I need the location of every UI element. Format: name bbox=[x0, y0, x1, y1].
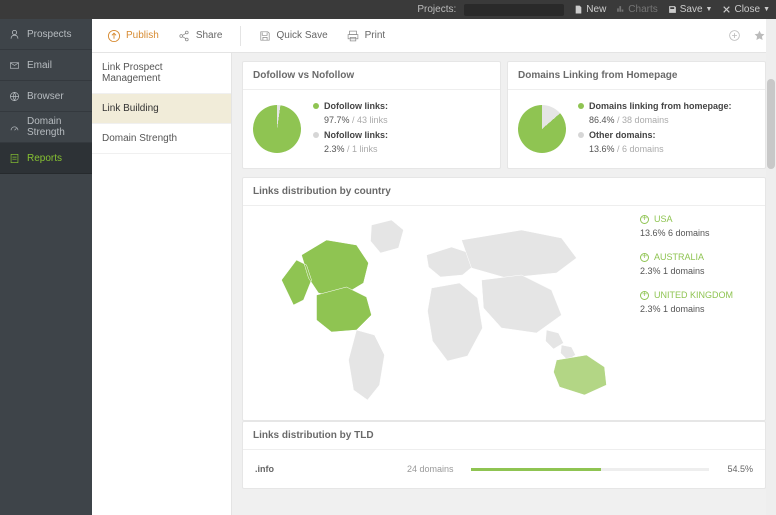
project-select[interactable] bbox=[464, 4, 564, 16]
star-icon[interactable] bbox=[753, 29, 766, 42]
main-sidebar: Prospects Email Browser Domain Strength … bbox=[0, 19, 92, 515]
publish-button[interactable]: Publish bbox=[102, 26, 164, 46]
plus-icon[interactable] bbox=[640, 215, 649, 224]
scrollbar-thumb[interactable] bbox=[767, 79, 775, 169]
legend-dot-icon bbox=[313, 103, 319, 109]
scrollbar[interactable] bbox=[766, 19, 776, 515]
file-plus-icon bbox=[574, 5, 583, 14]
mail-icon bbox=[9, 60, 20, 71]
content-area: Publish Share Quick Save Print Link Pros… bbox=[92, 19, 776, 515]
card-title: Links distribution by country bbox=[243, 178, 765, 206]
close-button[interactable]: Close ▼ bbox=[722, 4, 770, 15]
print-button[interactable]: Print bbox=[341, 26, 391, 46]
report-body: Link Prospect Management Link Building D… bbox=[92, 53, 776, 515]
legend-dot-icon bbox=[578, 103, 584, 109]
quicksave-label: Quick Save bbox=[277, 30, 328, 41]
card-title: Dofollow vs Nofollow bbox=[243, 62, 500, 90]
plus-icon[interactable] bbox=[640, 253, 649, 262]
save-icon bbox=[668, 5, 677, 14]
legend-dot-icon bbox=[313, 132, 319, 138]
sidebar-item-domain-strength[interactable]: Domain Strength bbox=[0, 112, 92, 143]
map-legend-item: USA 13.6% 6 domains bbox=[640, 214, 755, 238]
share-icon bbox=[177, 29, 191, 43]
card-title: Links distribution by TLD bbox=[243, 422, 765, 450]
topbar-left: Projects: bbox=[0, 4, 564, 16]
add-widget-icon[interactable] bbox=[728, 29, 741, 42]
sidebar-label: Domain Strength bbox=[27, 116, 83, 138]
report-toolbar: Publish Share Quick Save Print bbox=[92, 19, 776, 53]
chevron-down-icon: ▼ bbox=[706, 6, 713, 13]
chevron-down-icon: ▼ bbox=[763, 6, 770, 13]
card-title: Domains Linking from Homepage bbox=[508, 62, 765, 90]
share-button[interactable]: Share bbox=[172, 26, 228, 46]
subnav-item-domain-strength[interactable]: Domain Strength bbox=[92, 124, 231, 154]
upload-icon bbox=[107, 29, 121, 43]
subnav-item-prospect-mgmt[interactable]: Link Prospect Management bbox=[92, 53, 231, 94]
new-button[interactable]: New bbox=[574, 4, 606, 15]
map-legend-item: UNITED KINGDOM 2.3% 1 domains bbox=[640, 290, 755, 314]
quicksave-button[interactable]: Quick Save bbox=[253, 26, 333, 46]
card-dofollow: Dofollow vs Nofollow Dofollow links:97.7… bbox=[242, 61, 501, 169]
pie-chart-homepage bbox=[518, 105, 566, 153]
tld-count: 24 domains bbox=[407, 464, 463, 474]
charts-label: Charts bbox=[628, 4, 657, 15]
report-subnav: Link Prospect Management Link Building D… bbox=[92, 53, 232, 515]
main-panel: Dofollow vs Nofollow Dofollow links:97.7… bbox=[232, 53, 776, 515]
gauge-icon bbox=[9, 122, 20, 133]
pie-legend: Domains linking from homepage:86.4% / 38… bbox=[578, 100, 732, 158]
sidebar-label: Browser bbox=[27, 91, 64, 102]
card-country-map: Links distribution by country bbox=[242, 177, 766, 421]
sidebar-item-email[interactable]: Email bbox=[0, 50, 92, 81]
save-label: Save bbox=[680, 4, 703, 15]
tld-row: .info 24 domains 54.5% bbox=[253, 460, 755, 478]
sidebar-label: Prospects bbox=[27, 29, 71, 40]
close-icon bbox=[722, 5, 731, 14]
user-icon bbox=[9, 29, 20, 40]
report-icon bbox=[9, 153, 20, 164]
plus-icon[interactable] bbox=[640, 291, 649, 300]
map-legend-item: AUSTRALIA 2.3% 1 domains bbox=[640, 252, 755, 276]
sidebar-label: Email bbox=[27, 60, 52, 71]
charts-button[interactable]: Charts bbox=[616, 4, 657, 15]
tld-name: .info bbox=[255, 464, 395, 474]
projects-label: Projects: bbox=[417, 4, 456, 15]
chart-icon bbox=[616, 5, 625, 14]
close-label: Close bbox=[734, 4, 760, 15]
card-homepage: Domains Linking from Homepage Domains li… bbox=[507, 61, 766, 169]
new-label: New bbox=[586, 4, 606, 15]
publish-label: Publish bbox=[126, 30, 159, 41]
world-map bbox=[253, 210, 630, 410]
legend-dot-icon bbox=[578, 132, 584, 138]
sidebar-item-browser[interactable]: Browser bbox=[0, 81, 92, 112]
share-label: Share bbox=[196, 30, 223, 41]
divider bbox=[240, 26, 241, 46]
save-icon bbox=[258, 29, 272, 43]
subnav-item-link-building[interactable]: Link Building bbox=[92, 94, 231, 124]
toolbar-right bbox=[728, 29, 766, 42]
pie-chart-dofollow bbox=[253, 105, 301, 153]
tld-bar bbox=[471, 468, 709, 471]
tld-pct: 54.5% bbox=[717, 464, 753, 474]
pie-legend: Dofollow links:97.7% / 43 links Nofollow… bbox=[313, 100, 388, 158]
sidebar-item-prospects[interactable]: Prospects bbox=[0, 19, 92, 50]
map-legend: USA 13.6% 6 domains AUSTRALIA 2.3% 1 dom… bbox=[640, 210, 755, 410]
card-tld: Links distribution by TLD .info 24 domai… bbox=[242, 421, 766, 489]
globe-icon bbox=[9, 91, 20, 102]
app-topbar: Projects: New Charts Save ▼ Close ▼ bbox=[0, 0, 776, 19]
print-icon bbox=[346, 29, 360, 43]
sidebar-item-reports[interactable]: Reports bbox=[0, 143, 92, 174]
print-label: Print bbox=[365, 30, 386, 41]
sidebar-label: Reports bbox=[27, 153, 62, 164]
save-button[interactable]: Save ▼ bbox=[668, 4, 713, 15]
